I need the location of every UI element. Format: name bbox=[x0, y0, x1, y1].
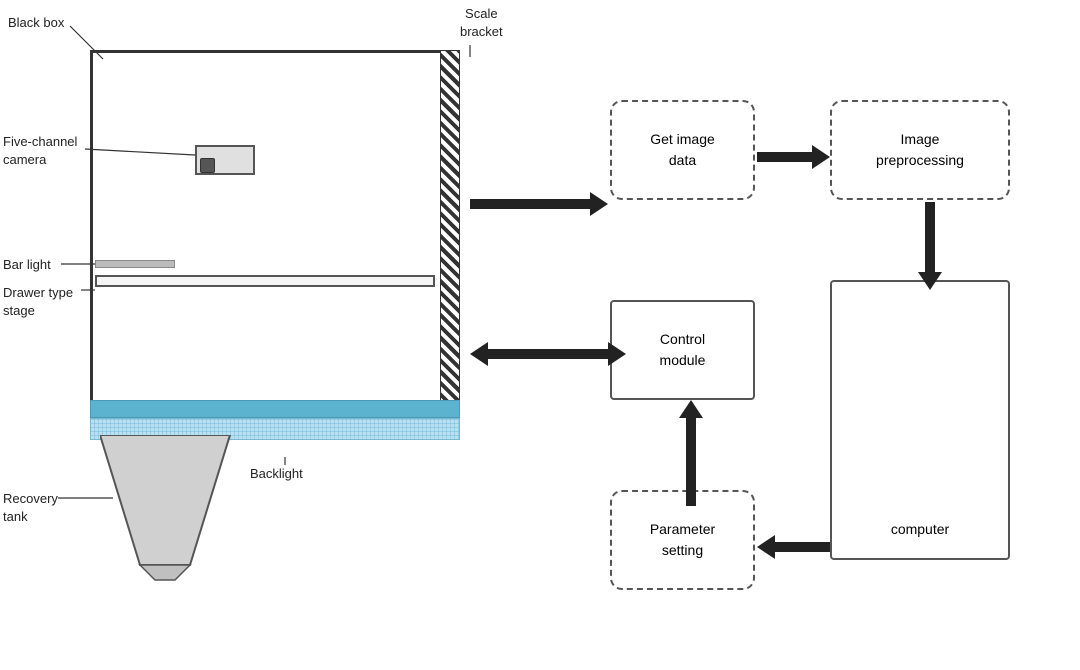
bar-light-visual bbox=[95, 260, 175, 268]
bar-light-label: Bar light bbox=[3, 256, 51, 274]
drawer-stage-label: Drawer typestage bbox=[3, 284, 73, 320]
get-image-data-box: Get imagedata bbox=[610, 100, 755, 200]
computer-box: computer bbox=[830, 280, 1010, 560]
getimage-to-preprocess-arrow bbox=[757, 145, 830, 169]
scale-bracket-label: Scalebracket bbox=[460, 5, 503, 41]
preprocess-to-computer-arrow bbox=[918, 202, 942, 290]
computer-to-param-arrow bbox=[757, 535, 830, 559]
diagram-container: Black box Scalebracket Five-channelcamer… bbox=[0, 0, 1080, 670]
five-channel-camera-label: Five-channelcamera bbox=[3, 133, 77, 169]
control-module-label: Controlmodule bbox=[660, 329, 706, 371]
scale-bracket-visual bbox=[440, 50, 460, 410]
get-image-data-label: Get imagedata bbox=[650, 129, 715, 171]
backlight-label: Backlight bbox=[250, 465, 303, 483]
image-preprocessing-box: Imagepreprocessing bbox=[830, 100, 1010, 200]
black-box-frame bbox=[90, 50, 450, 410]
device-to-getimage-arrow bbox=[470, 192, 608, 216]
black-box-label: Black box bbox=[8, 14, 64, 32]
image-preprocessing-label: Imagepreprocessing bbox=[876, 129, 964, 171]
blue-strip-visual bbox=[90, 400, 460, 418]
camera-lens-visual bbox=[200, 158, 215, 173]
param-to-control-arrow bbox=[679, 400, 703, 506]
drawer-stage-visual bbox=[95, 275, 435, 287]
computer-label: computer bbox=[891, 519, 949, 540]
recovery-tank-label: Recoverytank bbox=[3, 490, 58, 526]
parameter-setting-label: Parametersetting bbox=[650, 519, 715, 561]
device-control-arrow bbox=[470, 342, 626, 366]
recovery-tank-svg bbox=[100, 435, 260, 585]
control-module-box: Controlmodule bbox=[610, 300, 755, 400]
